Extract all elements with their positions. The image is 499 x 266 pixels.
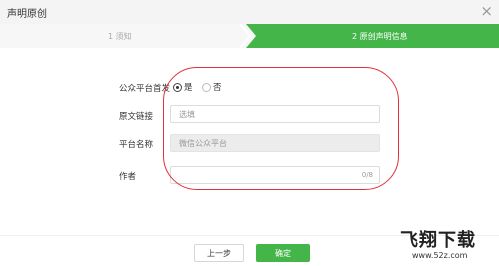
dialog-titlebar: 声明原创 × bbox=[0, 0, 499, 25]
close-icon[interactable]: × bbox=[480, 2, 493, 20]
dialog-title: 声明原创 bbox=[7, 9, 47, 20]
watermark: 飞翔下载 www.52z.com bbox=[396, 222, 499, 266]
author-label: 作者 bbox=[119, 172, 137, 182]
author-char-counter: 0/8 bbox=[361, 171, 373, 179]
first-publish-label: 公众平台首发 bbox=[119, 84, 171, 94]
prev-step-button[interactable]: 上一步 bbox=[194, 244, 244, 262]
platform-name-field: 微信公众平台 bbox=[170, 134, 380, 152]
platform-name-value: 微信公众平台 bbox=[179, 139, 227, 148]
step-1-label: 1 须知 bbox=[108, 32, 132, 41]
platform-name-label: 平台名称 bbox=[119, 140, 154, 150]
source-link-input[interactable]: 选填 bbox=[170, 105, 380, 123]
radio-no[interactable] bbox=[202, 83, 211, 92]
radio-no-label[interactable]: 否 bbox=[213, 81, 222, 93]
confirm-button[interactable]: 确定 bbox=[256, 244, 310, 262]
radio-yes[interactable] bbox=[173, 83, 182, 92]
watermark-logo: 飞翔下载 bbox=[400, 230, 476, 251]
watermark-url: www.52z.com bbox=[412, 251, 468, 260]
step-2-label: 2 原创声明信息 bbox=[352, 32, 408, 41]
radio-yes-label[interactable]: 是 bbox=[184, 81, 193, 93]
source-link-label: 原文链接 bbox=[119, 112, 154, 122]
author-input[interactable]: 0/8 bbox=[170, 166, 380, 184]
step-progress-shape bbox=[0, 24, 499, 48]
source-link-placeholder: 选填 bbox=[179, 110, 195, 119]
step-progress-bar: 1 须知 2 原创声明信息 bbox=[0, 24, 499, 48]
